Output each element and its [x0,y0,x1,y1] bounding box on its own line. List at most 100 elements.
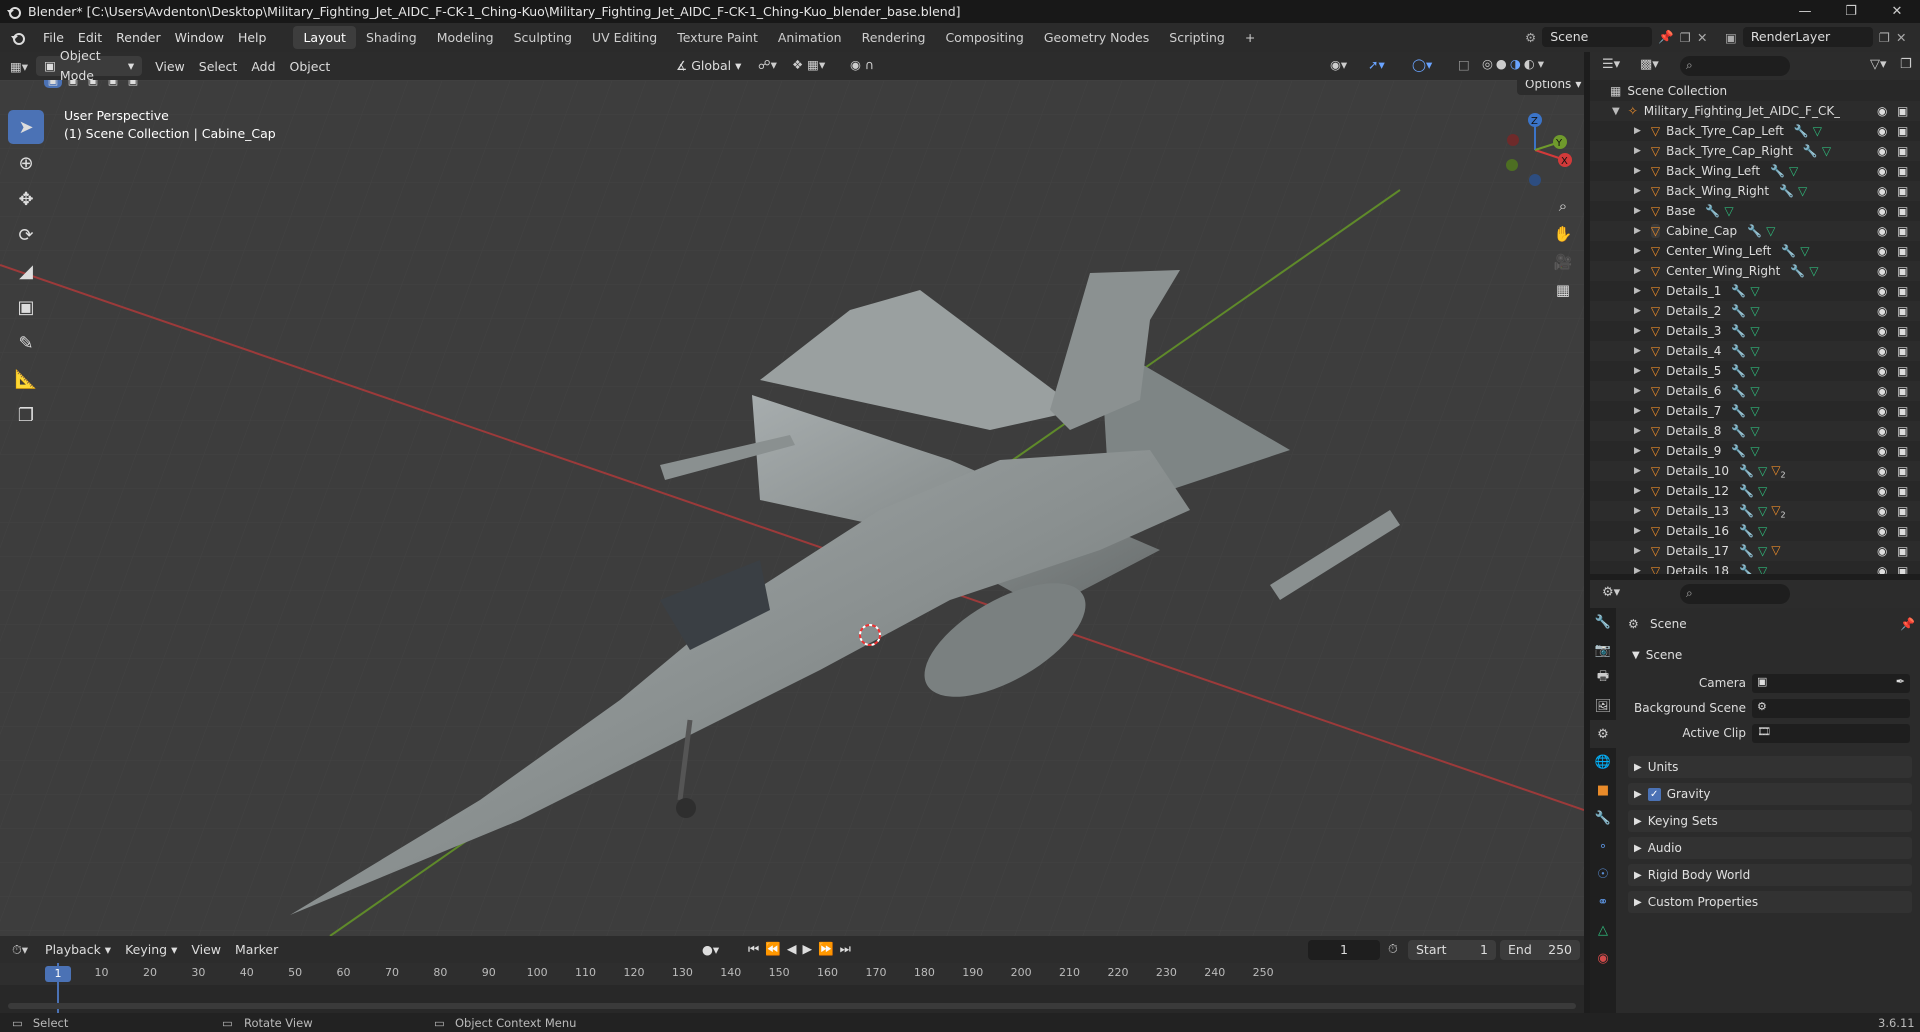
active-clip-field[interactable]: 🎞 [1752,724,1910,743]
expand-arrow-icon[interactable]: ▶ [1634,326,1641,336]
add-workspace-icon[interactable]: + [1235,26,1265,49]
proportional-edit-icon[interactable]: ◉ ∩ [850,57,874,72]
zoom-icon[interactable]: ⌕ [1549,192,1577,220]
timeline-scrollbar[interactable] [8,1003,1576,1009]
remove-scene-icon[interactable]: ✕ [1697,30,1707,45]
eye-icon[interactable]: ◉ [1877,224,1887,238]
camera-render-icon[interactable]: ▣ [1897,124,1908,138]
menu-select[interactable]: Select [192,52,245,81]
eye-icon[interactable]: ◉ [1877,544,1887,558]
camera-render-icon[interactable]: ▣ [1897,524,1908,538]
xray-icon[interactable]: □ [1458,57,1470,72]
select-new-icon[interactable]: ▣ [44,80,62,88]
menu-keying[interactable]: Keying ▾ [118,935,184,964]
outliner-item[interactable]: ▶ ▽ Details_18 🔧 ▽ ◉ ▣ [1590,561,1920,574]
tab-texture-paint[interactable]: Texture Paint [667,26,768,49]
outliner-item[interactable]: ▶ ▽ Back_Tyre_Cap_Left 🔧 ▽ ◉ ▣ [1590,121,1920,141]
expand-arrow-icon[interactable]: ▶ [1634,366,1641,376]
camera-render-icon[interactable]: ▣ [1897,364,1908,378]
tab-uv-editing[interactable]: UV Editing [582,26,667,49]
navigation-gizmo[interactable]: Z X Y [1495,110,1575,190]
expand-arrow-icon[interactable]: ▶ [1634,266,1641,276]
menu-object[interactable]: Object [283,52,338,81]
eye-icon[interactable]: ◉ [1877,564,1887,574]
select-box-tool-icon[interactable]: ➤ [8,110,44,144]
camera-render-icon[interactable]: ▣ [1897,544,1908,558]
expand-arrow-icon[interactable]: ▶ [1634,206,1641,216]
expand-arrow-icon[interactable]: ▶ [1634,566,1641,574]
scene-canvas[interactable] [0,80,1584,936]
eye-icon[interactable]: ◉ [1877,484,1887,498]
tab-modeling[interactable]: Modeling [427,26,504,49]
expand-arrow-icon[interactable]: ▶ [1634,526,1641,536]
eye-icon[interactable]: ◉ [1877,364,1887,378]
rotate-tool-icon[interactable]: ⟳ [8,218,44,252]
timeline[interactable]: 10 20 30 40 50 60 70 80 90 100 110 120 130 140 150 160 1… [0,963,1584,1013]
blender-menu-icon[interactable] [0,30,36,46]
scene-panel-header[interactable]: ▼ Scene [1628,644,1912,666]
world-tab-icon[interactable]: 🌐 [1590,748,1616,776]
expand-arrow-icon[interactable]: ▶ [1634,166,1641,176]
shading-modes[interactable]: ◎●◑◐▾ [1482,56,1547,71]
snap-icon[interactable]: ❖ ▦▾ [792,57,825,72]
tab-rendering[interactable]: Rendering [852,26,936,49]
tab-compositing[interactable]: Compositing [935,26,1033,49]
expand-arrow-icon[interactable]: ▶ [1634,126,1641,136]
annotate-tool-icon[interactable]: ✎ [8,326,44,360]
tab-geometry-nodes[interactable]: Geometry Nodes [1034,26,1159,49]
camera-render-icon[interactable]: ▣ [1897,424,1908,438]
record-icon[interactable]: ●▾ [702,942,719,957]
outliner-item[interactable]: ▶ ▽ Details_2 🔧 ▽ ◉ ▣ [1590,301,1920,321]
eye-icon[interactable]: ◉ [1877,144,1887,158]
material-tab-icon[interactable]: ◉ [1590,944,1616,972]
camera-view-icon[interactable]: 🎥 [1549,248,1577,276]
expand-arrow-icon[interactable]: ▶ [1634,306,1641,316]
tab-shading[interactable]: Shading [356,26,427,49]
gravity-panel[interactable]: ▶ ✓ Gravity [1628,783,1912,805]
object-tab-icon[interactable]: ■ [1590,776,1616,804]
close-icon[interactable]: ✕ [1874,0,1920,23]
select-subtract-icon[interactable]: ▣ [84,80,102,88]
start-frame-field[interactable]: Start 1 [1408,940,1496,960]
3d-viewport[interactable]: User Perspective (1) Scene Collection | … [0,80,1584,936]
outliner-item[interactable]: ▶ ▽ Details_7 🔧 ▽ ◉ ▣ [1590,401,1920,421]
audio-panel[interactable]: ▶ Audio [1628,837,1912,859]
eye-icon[interactable]: ◉ [1877,524,1887,538]
cursor-tool-icon[interactable]: ⊕ [8,146,44,180]
menu-view[interactable]: View [148,52,192,81]
camera-render-icon[interactable]: ▣ [1897,284,1908,298]
scene-collection-row[interactable]: ▦ Scene Collection [1590,81,1920,101]
menu-window[interactable]: Window [168,23,231,52]
physics-tab-icon[interactable]: ☉ [1590,860,1616,888]
eye-icon[interactable]: ◉ [1877,284,1887,298]
eye-icon[interactable]: ◉ [1877,504,1887,518]
add-cube-tool-icon[interactable]: ❐ [8,398,44,432]
camera-render-icon[interactable]: ▣ [1897,104,1908,118]
editor-type-icon[interactable]: ▦▾ [10,59,28,74]
render-tab-icon[interactable]: 📷 [1590,636,1616,664]
outliner-item[interactable]: ▶ ▽ Base 🔧 ▽ ◉ ▣ [1590,201,1920,221]
outliner-item[interactable]: ▶ ▽ Details_5 🔧 ▽ ◉ ▣ [1590,361,1920,381]
new-collection-icon[interactable]: ❐ [1900,57,1912,72]
camera-render-icon[interactable]: ▣ [1897,224,1908,238]
modifiers-tab-icon[interactable]: 🔧 [1590,804,1616,832]
eye-icon[interactable]: ◉ [1877,184,1887,198]
select-intersect-icon[interactable]: ▣ [124,80,142,88]
expand-arrow-icon[interactable]: ▶ [1634,146,1641,156]
camera-render-icon[interactable]: ▣ [1897,204,1908,218]
current-frame-field[interactable]: 1 [1308,940,1380,960]
expand-arrow-icon[interactable]: ▶ [1634,286,1641,296]
grid-view-icon[interactable]: ▦ [1549,276,1577,304]
eye-icon[interactable]: ◉ [1877,264,1887,278]
gizmo-toggle-icon[interactable]: ➚▾ [1368,57,1385,72]
tool-tab-icon[interactable]: 🔧 [1590,608,1616,636]
transform-tool-icon[interactable]: ▣ [8,290,44,324]
end-frame-field[interactable]: End 250 [1500,940,1580,960]
visibility-icon[interactable]: ◉▾ [1330,57,1347,72]
expand-arrow-icon[interactable]: ▶ [1634,446,1641,456]
constraints-tab-icon[interactable]: ⚭ [1590,888,1616,916]
outliner-item[interactable]: ▶ ▽ Details_12 🔧 ▽ ◉ ▣ [1590,481,1920,501]
display-mode-icon[interactable]: ▩▾ [1640,57,1659,72]
outliner-item[interactable]: ▶ ▽ Details_13 🔧 ▽ ▽2 ◉ ▣ [1590,501,1920,521]
rigid-body-world-panel[interactable]: ▶ Rigid Body World [1628,864,1912,886]
